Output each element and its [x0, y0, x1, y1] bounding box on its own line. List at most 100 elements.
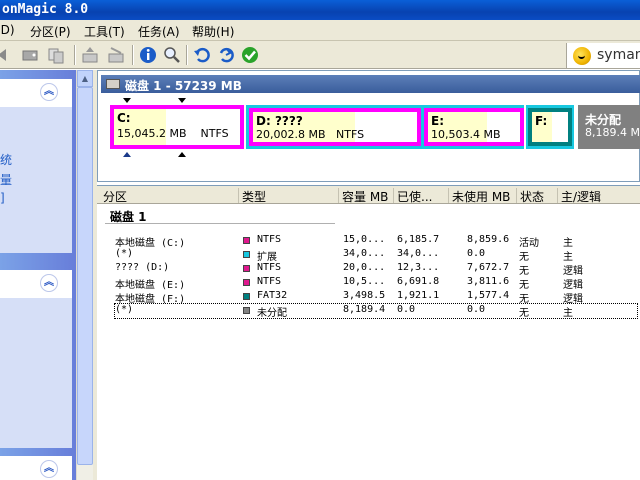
table-row[interactable]: 本地磁盘 (E:) NTFS 10,5... 6,691.8 3,811.6 无 逻辑	[115, 276, 637, 291]
table-row[interactable]: ???? (D:) NTFS 20,0... 12,3... 7,672.7 无 逻辑	[115, 262, 637, 277]
task-item[interactable]: ]	[0, 191, 5, 205]
task-panel-scrollbar[interactable]: ▲	[76, 70, 93, 480]
row-kind: 主	[563, 308, 573, 319]
redo-icon[interactable]	[216, 45, 236, 65]
copy-icon[interactable]	[46, 45, 66, 65]
column-header: 分区 类型 容量 MB 已使... 未使用 MB 状态 主/逻辑	[97, 186, 640, 204]
row-used: 6,185.7	[397, 234, 440, 245]
row-kind: 主	[563, 252, 573, 263]
partition-size: 8,189.4 MB	[585, 126, 640, 139]
row-free: 7,672.7	[467, 262, 510, 273]
row-status: 无	[519, 280, 529, 291]
menu-item-disk[interactable]: (D)	[0, 23, 15, 37]
toolbar-separator	[186, 45, 188, 65]
toolbar-separator	[132, 45, 134, 65]
task-section-body	[0, 298, 72, 448]
task-section-body: 统 量 ]	[0, 107, 72, 253]
row-type: FAT32	[257, 290, 288, 301]
extended-partition-block[interactable]: D: ???? 20,002.8 MB NTFS E: 10,503.4 MB	[246, 105, 524, 149]
partition-name: F:	[535, 114, 548, 128]
partition-block-e[interactable]: E: 10,503.4 MB	[424, 108, 524, 146]
row-type: 扩展	[257, 252, 277, 263]
collapse-chevron-icon[interactable]: ︽	[40, 274, 58, 292]
collapse-chevron-icon[interactable]: ︽	[40, 83, 58, 101]
column-primary-logical[interactable]: 主/逻辑	[557, 188, 601, 204]
row-kind: 主	[563, 238, 573, 249]
row-capacity: 15,0...	[343, 234, 386, 245]
partition-block-d[interactable]: D: ???? 20,002.8 MB NTFS	[249, 108, 421, 146]
column-type[interactable]: 类型	[238, 188, 266, 204]
row-type: NTFS	[257, 262, 282, 273]
table-row[interactable]: 本地磁盘 (F:) FAT32 3,498.5 1,921.1 1,577.4 无 逻辑	[115, 290, 637, 305]
column-status[interactable]: 状态	[516, 188, 544, 204]
row-partition-name: (*)	[115, 248, 134, 259]
menu-item-tools[interactable]: 工具(T)	[84, 23, 125, 40]
column-partition[interactable]: 分区	[97, 188, 127, 204]
task-section-header[interactable]: ︽	[0, 79, 72, 107]
partition-list: 分区 类型 容量 MB 已使... 未使用 MB 状态 主/逻辑 磁盘 1 本地…	[97, 185, 640, 480]
row-status: 无	[519, 252, 529, 263]
row-kind: 逻辑	[563, 294, 583, 305]
partition-name: D: ????	[256, 114, 303, 128]
task-section-header[interactable]: ︽	[0, 456, 72, 480]
unallocated-block[interactable]: 未分配 8,189.4 MB	[578, 105, 640, 149]
symantec-logo: symant	[566, 43, 640, 68]
row-partition-name: 本地磁盘 (C:)	[115, 238, 186, 249]
partition-marker-icon	[178, 152, 186, 157]
row-partition-name: (*)	[115, 304, 134, 315]
row-status: 无	[519, 308, 529, 319]
menu-item-tasks[interactable]: 任务(A)	[138, 23, 180, 40]
table-row[interactable]: (*) 未分配 8,189.4 0.0 0.0 无 主	[114, 303, 638, 319]
scroll-thumb[interactable]	[77, 87, 93, 465]
row-status: 活动	[519, 238, 539, 249]
partition-color-swatch	[243, 279, 250, 286]
column-capacity[interactable]: 容量 MB	[338, 188, 388, 204]
row-type: 未分配	[257, 308, 287, 319]
row-kind: 逻辑	[563, 280, 583, 291]
disk-icon[interactable]	[20, 45, 40, 65]
partition-block-c[interactable]: C: 15,045.2 MB NTFS	[110, 105, 244, 149]
toolbar-separator	[74, 45, 76, 65]
task-section-header[interactable]: ︽	[0, 270, 72, 298]
disk-header: 磁盘 1 - 57239 MB	[101, 75, 640, 93]
row-partition-name: 本地磁盘 (F:)	[115, 294, 186, 305]
partition-size: 10,503.4 MB	[431, 128, 501, 141]
info-icon[interactable]	[138, 45, 158, 65]
task-item[interactable]: 统	[0, 151, 12, 168]
search-icon[interactable]	[162, 45, 182, 65]
table-row[interactable]: 本地磁盘 (C:) NTFS 15,0... 6,185.7 8,859.6 活动 主	[115, 234, 637, 249]
collapse-chevron-icon[interactable]: ︽	[40, 460, 58, 478]
task-item[interactable]: 量	[0, 171, 12, 188]
partition-block-f[interactable]: F:	[528, 108, 572, 146]
partition-color-swatch	[243, 251, 250, 258]
row-capacity: 3,498.5	[343, 290, 386, 301]
scroll-up-icon[interactable]: ▲	[77, 70, 93, 87]
row-free: 8,859.6	[467, 234, 510, 245]
menu-item-help[interactable]: 帮助(H)	[192, 23, 234, 40]
table-row[interactable]: (*) 扩展 34,0... 34,0... 0.0 无 主	[115, 248, 637, 263]
apply-icon[interactable]	[240, 45, 260, 65]
column-free[interactable]: 未使用 MB	[448, 188, 510, 204]
partition-marker-icon	[178, 98, 186, 103]
column-used[interactable]: 已使...	[393, 188, 432, 204]
row-capacity: 8,189.4	[343, 304, 386, 315]
row-capacity: 20,0...	[343, 262, 386, 273]
row-free: 0.0	[467, 248, 486, 259]
wizard-icon[interactable]	[106, 45, 126, 65]
disk-map: 磁盘 1 - 57239 MB C: 15,045.2 MB NTFS D: ?…	[97, 70, 640, 182]
row-used: 0.0	[397, 304, 416, 315]
extended-partition-tail[interactable]: F:	[526, 105, 574, 149]
row-used: 34,0...	[397, 248, 440, 259]
resize-icon[interactable]	[80, 45, 100, 65]
undo-icon[interactable]	[192, 45, 212, 65]
row-used: 1,921.1	[397, 290, 440, 301]
row-status: 无	[519, 294, 529, 305]
row-partition-name: ???? (D:)	[115, 262, 170, 273]
back-icon[interactable]	[0, 45, 14, 65]
row-free: 1,577.4	[467, 290, 510, 301]
title-bar: onMagic 8.0	[0, 0, 640, 20]
partition-size: 20,002.8 MB NTFS	[256, 128, 365, 141]
row-type: NTFS	[257, 276, 282, 287]
partition-color-swatch	[243, 307, 250, 314]
menu-item-partition[interactable]: 分区(P)	[30, 23, 71, 40]
